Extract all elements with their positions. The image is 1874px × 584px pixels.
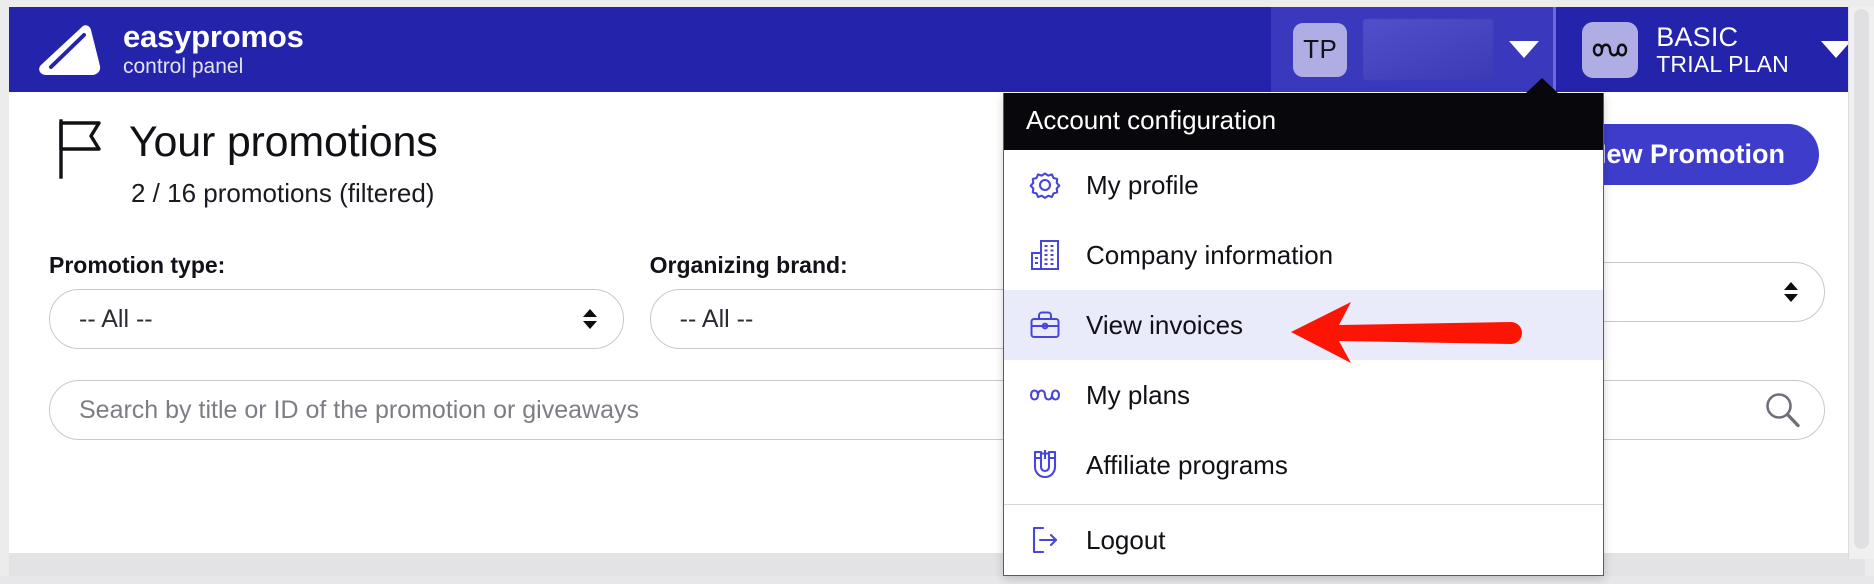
menu-item-logout[interactable]: Logout <box>1004 505 1603 575</box>
menu-item-company-information[interactable]: Company information <box>1004 220 1603 290</box>
page-subtitle: 2 / 16 promotions (filtered) <box>131 178 435 208</box>
infinity-icon <box>1592 43 1628 56</box>
horizontal-scrollbar[interactable] <box>0 576 1874 584</box>
menu-header: Account configuration <box>1004 78 1603 150</box>
promotion-type-select[interactable]: -- All -- <box>49 289 624 349</box>
screen: easypromos control panel TP BASIC TRIAL … <box>0 0 1874 584</box>
plan-type: TRIAL PLAN <box>1656 50 1789 77</box>
gear-icon <box>1026 166 1064 204</box>
vertical-scrollbar[interactable] <box>1848 7 1874 559</box>
invoice-briefcase-icon <box>1026 306 1064 344</box>
user-account-menu-trigger[interactable]: TP <box>1271 7 1554 92</box>
account-configuration-menu: Account configuration My profile Company… <box>1003 78 1604 576</box>
building-icon <box>1026 236 1064 274</box>
plan-icon-box <box>1582 21 1639 78</box>
flag-icon <box>59 119 101 179</box>
brand-subtitle: control panel <box>123 55 244 79</box>
chevron-down-icon[interactable] <box>1821 41 1851 58</box>
menu-item-affiliate-programs[interactable]: Affiliate programs <box>1004 430 1603 500</box>
filter-promotion-type: Promotion type: -- All -- <box>49 252 624 349</box>
menu-item-label: My plans <box>1086 379 1191 410</box>
menu-item-view-invoices[interactable]: View invoices <box>1004 290 1603 360</box>
menu-item-label: View invoices <box>1086 309 1244 340</box>
select-arrows-icon <box>582 309 597 329</box>
filter-label: Promotion type: <box>49 252 226 278</box>
chevron-down-icon[interactable] <box>1509 41 1540 58</box>
menu-item-label: Company information <box>1086 239 1334 270</box>
plan-menu-trigger[interactable]: BASIC TRIAL PLAN <box>1553 7 1865 92</box>
menu-item-label: My profile <box>1086 169 1199 200</box>
page-title: Your promotions <box>129 118 438 166</box>
easypromos-flag-logo-icon <box>39 24 101 75</box>
plan-name: BASIC <box>1656 21 1739 52</box>
brand-title: easypromos <box>123 18 304 54</box>
infinity-icon <box>1026 376 1064 414</box>
menu-item-my-plans[interactable]: My plans <box>1004 360 1603 430</box>
select-value: -- All -- <box>679 304 754 333</box>
menu-item-label: Logout <box>1086 524 1166 555</box>
search-icon[interactable] <box>1762 390 1802 430</box>
magnet-icon <box>1026 446 1064 484</box>
user-name-redacted <box>1363 19 1494 80</box>
avatar: TP <box>1293 22 1348 77</box>
menu-pointer-caret <box>1525 78 1559 94</box>
select-value: -- All -- <box>79 304 153 333</box>
logout-icon <box>1026 521 1064 559</box>
brand[interactable]: easypromos control panel <box>9 18 304 79</box>
vertical-scrollbar-thumb[interactable] <box>1854 9 1869 549</box>
select-arrows-icon <box>1784 282 1799 302</box>
menu-item-my-profile[interactable]: My profile <box>1004 150 1603 220</box>
page-header: Your promotions 2 / 16 promotions (filte… <box>57 113 438 209</box>
menu-item-label: Affiliate programs <box>1086 449 1288 480</box>
app-header: easypromos control panel TP BASIC TRIAL … <box>9 7 1865 92</box>
menu-header-label: Account configuration <box>1026 105 1277 135</box>
